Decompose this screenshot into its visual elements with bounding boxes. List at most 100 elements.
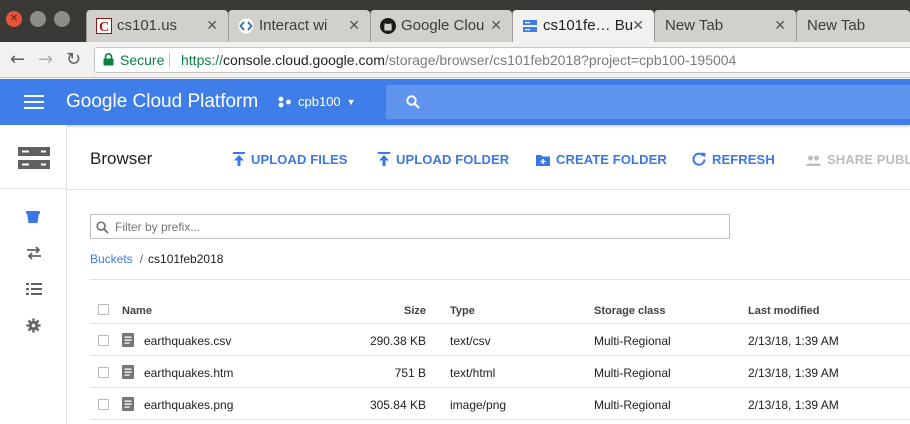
column-header-type[interactable]: Type [450, 305, 475, 317]
row-checkbox[interactable] [98, 335, 109, 346]
file-icon [122, 365, 134, 379]
rail-item-transfer[interactable] [0, 238, 66, 268]
row-checkbox[interactable] [98, 399, 109, 410]
rail-item-settings[interactable] [0, 310, 66, 340]
column-header-last-modified[interactable]: Last modified [748, 305, 820, 317]
secure-label: Secure [120, 52, 165, 68]
github-favicon-icon [380, 18, 396, 34]
url-scheme: https:// [181, 52, 224, 68]
object-type: image/png [450, 398, 507, 412]
gcp-title[interactable]: Google Cloud Platform [66, 91, 258, 113]
column-header-name[interactable]: Name [122, 305, 152, 317]
object-storage-class: Multi-Regional [594, 334, 671, 348]
breadcrumb-separator: / [139, 252, 144, 266]
table-header: Name Size Type Storage class Last modifi… [90, 295, 910, 324]
back-arrow-icon[interactable]: ← [10, 50, 25, 70]
url-path: /storage/browser/cs101feb2018?project=cp… [384, 52, 737, 68]
storage-product-icon[interactable] [0, 125, 66, 189]
filter-box [90, 214, 730, 239]
object-size: 751 B [394, 366, 426, 380]
caret-down-icon: ▼ [346, 97, 356, 107]
window-minimize-button[interactable] [30, 11, 46, 27]
people-icon [806, 155, 821, 166]
browser-tab-storage[interactable]: cs101fe… Bu ✕ [512, 10, 654, 42]
url-field[interactable]: Secure https://console.cloud.google.com/… [94, 47, 910, 73]
object-storage-class: Multi-Regional [594, 398, 671, 412]
refresh-label: REFRESH [712, 152, 775, 167]
object-name-link[interactable]: earthquakes.csv [144, 334, 231, 348]
reload-icon[interactable]: ↻ [66, 50, 81, 70]
search-box[interactable] [386, 85, 910, 119]
object-last-modified: 2/13/18, 1:39 AM [748, 398, 839, 412]
browser-tab-cs101[interactable]: C cs101.us ✕ [86, 10, 228, 42]
create-folder-button[interactable]: CREATE FOLDER [536, 152, 667, 167]
storage-icon [18, 147, 50, 169]
menu-icon[interactable] [24, 95, 44, 109]
table-row: earthquakes.htm 751 B text/html Multi-Re… [90, 356, 910, 388]
search-icon [406, 95, 420, 109]
project-name: cpb100 [298, 94, 341, 109]
address-bar: ← → ↻ Secure https://console.cloud.googl… [0, 42, 910, 78]
breadcrumb: Buckets / cs101feb2018 [90, 252, 223, 266]
svg-text:C: C [99, 20, 109, 34]
url-host: console.cloud.google.com [223, 52, 385, 68]
object-storage-class: Multi-Regional [594, 366, 671, 380]
refresh-icon [692, 152, 706, 166]
object-size: 290.38 KB [369, 334, 426, 348]
search-icon [96, 221, 109, 234]
url-separator [169, 52, 170, 68]
table-row: earthquakes.csv 290.38 KB text/csv Multi… [90, 324, 910, 356]
select-all-checkbox[interactable] [98, 304, 109, 315]
upload-files-button[interactable]: UPLOAD FILES [233, 152, 348, 167]
project-dots-icon [278, 96, 291, 108]
create-folder-label: CREATE FOLDER [556, 152, 667, 167]
object-type: text/html [450, 366, 496, 380]
share-publicly-button[interactable]: SHARE PUBLIC [806, 152, 910, 167]
breadcrumb-buckets-link[interactable]: Buckets [90, 252, 133, 266]
table-row: earthquakes.png 305.84 KB image/png Mult… [90, 388, 910, 420]
code-favicon-icon [238, 18, 254, 34]
column-header-size[interactable]: Size [404, 305, 426, 317]
browser-tab-new-2[interactable]: New Tab [796, 10, 910, 42]
forward-arrow-icon[interactable]: → [38, 50, 53, 70]
column-header-storage-class[interactable]: Storage class [594, 305, 666, 317]
c-favicon-icon: C [96, 18, 112, 34]
tab-close-icon[interactable]: ✕ [348, 10, 360, 42]
tab-close-icon[interactable]: ✕ [206, 10, 218, 42]
upload-folder-button[interactable]: UPLOAD FOLDER [378, 152, 509, 167]
row-checkbox[interactable] [98, 367, 109, 378]
share-publicly-label: SHARE PUBLIC [827, 152, 910, 167]
upload-icon [378, 152, 390, 166]
window-close-button[interactable]: ✕ [6, 11, 22, 27]
browser-tab-strip: ✕ C cs101.us ✕ Interact wi ✕ Google Clou… [0, 0, 910, 42]
browser-tab-new-1[interactable]: New Tab ✕ [654, 10, 796, 42]
tab-close-icon[interactable]: ✕ [774, 10, 786, 42]
storage-favicon-icon [523, 20, 537, 32]
content-toolbar: Browser UPLOAD FILES UPLOAD FOLDER CREAT… [67, 125, 910, 190]
rail-item-transfer-appliance[interactable] [0, 274, 66, 304]
browser-tab-github[interactable]: Google Clou ✕ [370, 10, 512, 42]
object-last-modified: 2/13/18, 1:39 AM [748, 366, 839, 380]
object-last-modified: 2/13/18, 1:39 AM [748, 334, 839, 348]
object-type: text/csv [450, 334, 491, 348]
object-size: 305.84 KB [369, 398, 426, 412]
browser-tab-interact[interactable]: Interact wi ✕ [228, 10, 370, 42]
gear-icon [26, 318, 41, 333]
upload-folder-label: UPLOAD FOLDER [396, 152, 510, 167]
file-icon [122, 397, 134, 411]
transfer-arrows-icon [27, 246, 41, 260]
page-title: Browser [90, 149, 153, 168]
tab-close-icon[interactable]: ✕ [632, 10, 644, 42]
upload-files-label: UPLOAD FILES [251, 152, 348, 167]
project-selector[interactable]: cpb100 ▼ [278, 94, 356, 109]
file-icon [122, 333, 134, 347]
object-name-link[interactable]: earthquakes.png [144, 398, 233, 412]
breadcrumb-current: cs101feb2018 [148, 252, 224, 266]
window-maximize-button[interactable] [54, 11, 70, 27]
refresh-button[interactable]: REFRESH [692, 152, 775, 167]
object-name-link[interactable]: earthquakes.htm [144, 366, 233, 380]
url-text: https://console.cloud.google.com/storage… [181, 48, 736, 72]
tab-close-icon[interactable]: ✕ [490, 10, 502, 42]
rail-item-browser[interactable] [0, 202, 66, 232]
filter-prefix-input[interactable] [115, 218, 715, 235]
